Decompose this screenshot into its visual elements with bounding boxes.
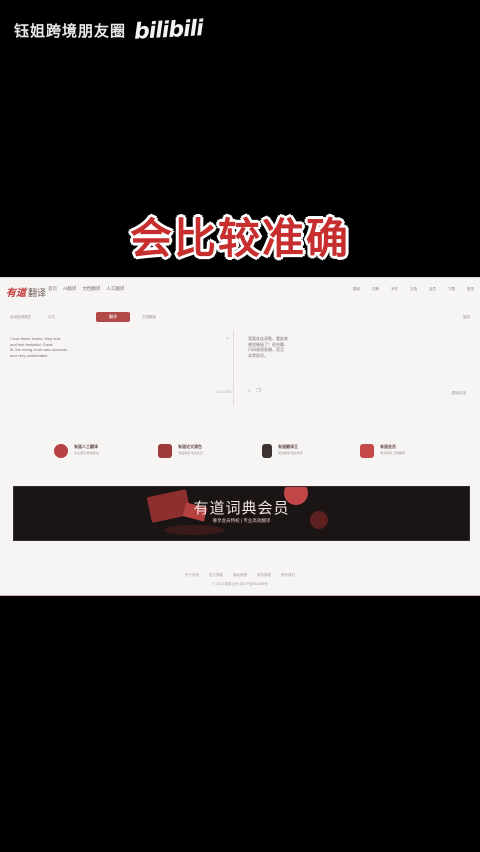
- feature-item[interactable]: 有道翻译王 离线翻译 随身携带: [262, 444, 352, 458]
- feature-desc: 尊享特权 无限翻译: [380, 451, 405, 455]
- nav-right-login[interactable]: 登录: [467, 287, 474, 292]
- feature-desc: 专业译员 精准快速: [74, 451, 99, 455]
- feature-title: 有道会员: [380, 444, 396, 449]
- top-right-nav: 翻译 词典 写作 文档 会员 下载 登录: [353, 287, 474, 292]
- banner-subtitle: 尊享会员特权 | 专业高效翻译: [212, 518, 271, 523]
- speaker-icon[interactable]: ♪: [248, 388, 251, 394]
- nav-right-download[interactable]: 下载: [448, 287, 455, 292]
- footer-links: 关于有道 官方博客 隐私政策 服务条款 联系我们: [0, 571, 480, 580]
- brand[interactable]: 有道 翻译: [6, 284, 46, 299]
- doc-translate-link[interactable]: 文档翻译: [142, 315, 156, 320]
- channel-name: 钰姐跨境朋友圈: [14, 23, 127, 40]
- feature-list: 有道人工翻译 专业译员 精准快速 有道论文润色 母语润色 地道表达 有道翻译王 …: [54, 444, 454, 468]
- youdao-logo: 有道: [6, 288, 26, 299]
- feature-title: 有道人工翻译: [74, 444, 98, 449]
- video-caption: 会比较准确: [129, 215, 350, 262]
- source-language-select[interactable]: 自动检测语言: [10, 315, 31, 320]
- result-text-area: 我喜欢这双鞋，看起来 感觉棒极了！很合脚， 尺码表很准确，而且 非常舒适。: [248, 336, 448, 416]
- nav-item-human[interactable]: 人工翻译: [106, 286, 124, 292]
- nav-item-doc[interactable]: 文档翻译: [82, 286, 100, 292]
- nav-item-home[interactable]: 首页: [48, 286, 57, 292]
- translator-screen: 有道 翻译 首页 AI翻译 文档翻译 人工翻译 翻译 词典 写作 文档 会员 下…: [0, 277, 480, 596]
- footer-link[interactable]: 联系我们: [281, 571, 295, 580]
- source-line: and very comfortable.: [10, 352, 49, 358]
- char-count: 124 / 5000: [216, 390, 233, 394]
- feature-desc: 母语润色 地道表达: [178, 451, 203, 455]
- target-language-select[interactable]: 中文: [48, 315, 55, 320]
- page-footer: 关于有道 官方博客 隐私政策 服务条款 联系我们 © 2023 网易公司 京IC…: [0, 571, 480, 589]
- feedback-link[interactable]: 翻译反馈: [452, 391, 466, 396]
- polish-icon: [158, 444, 172, 458]
- footer-link[interactable]: 服务条款: [257, 571, 271, 580]
- nav-right-vip[interactable]: 会员: [429, 287, 436, 292]
- main-nav: 首页 AI翻译 文档翻译 人工翻译: [48, 286, 124, 292]
- result-actions: ♪ ❐: [248, 388, 261, 394]
- device-icon: [262, 444, 272, 458]
- vip-banner[interactable]: 有道词典会员 尊享会员特权 | 专业高效翻译: [13, 486, 470, 541]
- footer-link[interactable]: 隐私政策: [233, 571, 247, 580]
- feature-item[interactable]: 有道人工翻译 专业译员 精准快速: [54, 444, 144, 458]
- nav-right-write[interactable]: 写作: [391, 287, 398, 292]
- translate-toolbar: 自动检测语言 中文 翻译 文档翻译 复制: [10, 312, 470, 326]
- banner-decoration: [164, 525, 224, 535]
- clear-icon[interactable]: ×: [226, 336, 229, 342]
- nav-right-doc[interactable]: 文档: [410, 287, 417, 292]
- nav-right-translate[interactable]: 翻译: [353, 287, 360, 292]
- source-text-area[interactable]: I love these shoes, they look and feel f…: [10, 336, 210, 416]
- video-watermark: 钰姐跨境朋友圈 bilibili: [14, 16, 204, 45]
- pane-divider: [233, 330, 234, 406]
- vip-icon: [360, 444, 374, 458]
- footer-link[interactable]: 关于有道: [185, 571, 199, 580]
- copy-icon[interactable]: ❐: [257, 388, 261, 394]
- feature-desc: 离线翻译 随身携带: [278, 451, 303, 455]
- copy-link[interactable]: 复制: [463, 315, 470, 320]
- human-translate-icon: [54, 444, 68, 458]
- result-line: 非常舒适。: [248, 352, 268, 358]
- copyright: © 2023 网易公司 京ICP证080268号: [212, 582, 268, 586]
- nav-right-dict[interactable]: 词典: [372, 287, 379, 292]
- feature-item[interactable]: 有道会员 尊享特权 无限翻译: [360, 444, 450, 458]
- brand-subtitle: 翻译: [28, 288, 47, 298]
- bilibili-logo: bilibili: [133, 16, 204, 45]
- nav-item-ai[interactable]: AI翻译: [63, 286, 76, 292]
- footer-link[interactable]: 官方博客: [209, 571, 223, 580]
- banner-title: 有道词典会员: [193, 500, 290, 517]
- feature-title: 有道论文润色: [178, 444, 202, 449]
- feature-item[interactable]: 有道论文润色 母语润色 地道表达: [158, 444, 248, 458]
- feature-title: 有道翻译王: [278, 444, 298, 449]
- translate-button[interactable]: 翻译: [96, 312, 130, 322]
